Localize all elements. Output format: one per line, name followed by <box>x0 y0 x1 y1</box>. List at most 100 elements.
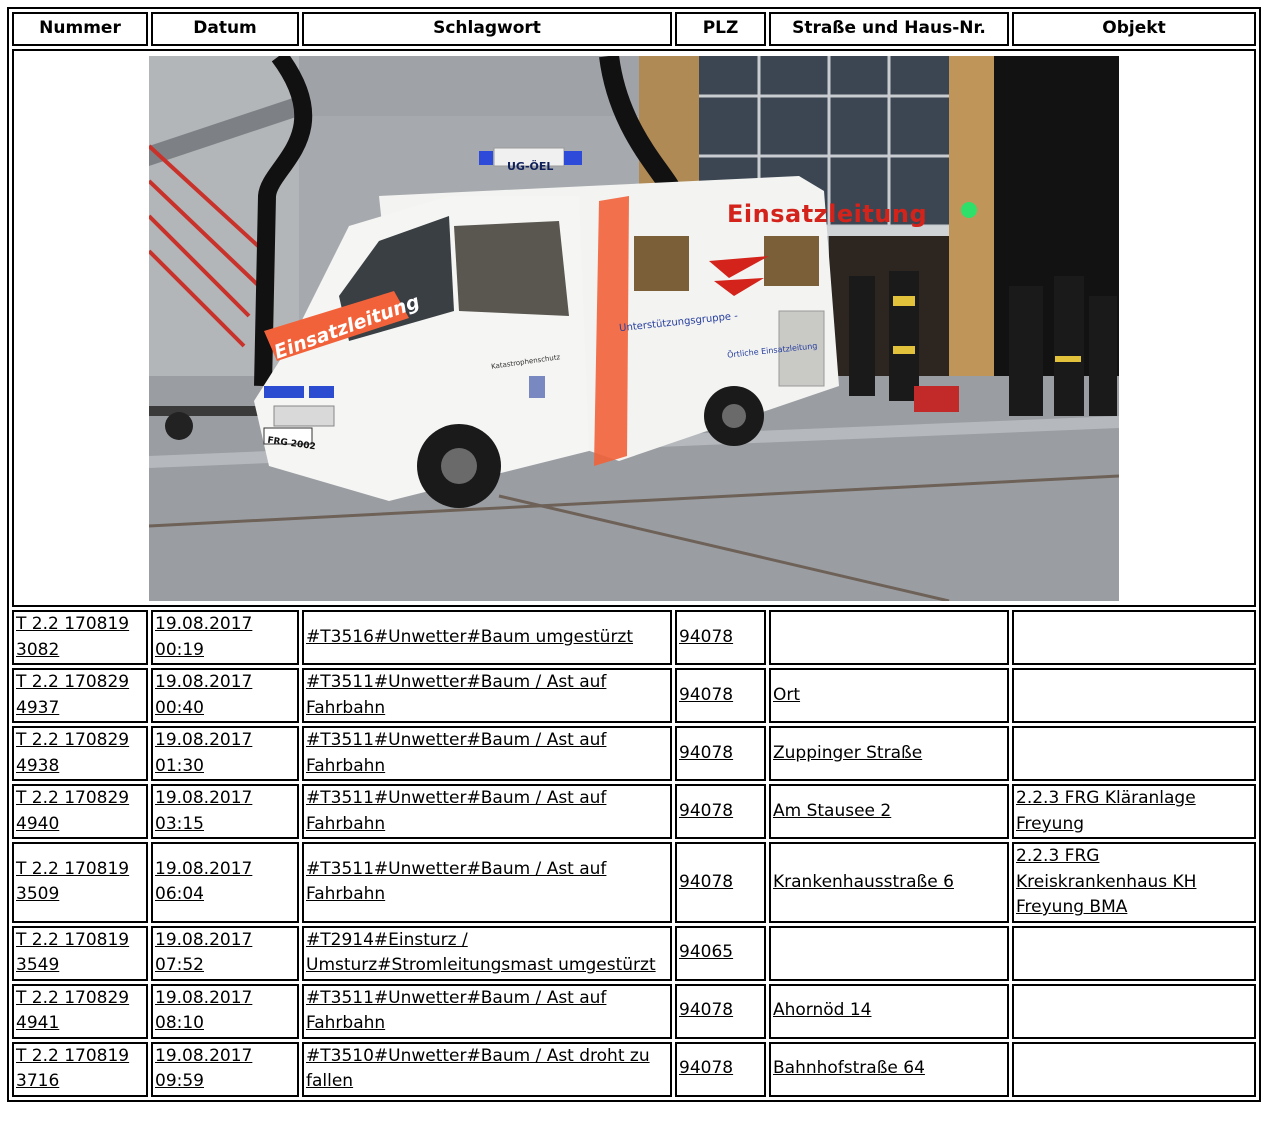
strasse-link[interactable]: Am Stausee 2 <box>773 801 891 821</box>
plz-cell: 94078 <box>675 668 766 723</box>
strasse-text: Ahornöd 14 <box>773 1000 872 1021</box>
einsatz-nummer-text: T 2.2 170819 <box>16 1045 130 1066</box>
plz-text: 94078 <box>679 684 734 705</box>
einsatz-nummer-link[interactable]: T 2.2 170829 4937 <box>16 672 129 718</box>
einsatz-nummer-text: 3082 <box>16 639 60 660</box>
schlagwort-cell: #T3511#Unwetter#Baum / Ast auf Fahrbahn <box>302 726 672 781</box>
einsatz-nummer-text: T 2.2 170819 <box>16 858 130 879</box>
einsatz-nummer-link[interactable]: T 2.2 170819 3082 <box>16 614 129 660</box>
plz-link[interactable]: 94078 <box>679 627 733 647</box>
strasse-link[interactable]: Bahnhofstraße 64 <box>773 1058 925 1078</box>
schlagwort-text: #T3510#Unwetter#Baum / Ast droht zu <box>306 1045 650 1066</box>
strasse-cell: Am Stausee 2 <box>769 784 1009 839</box>
header-plz: PLZ <box>675 12 766 46</box>
datum-link[interactable]: 19.08.2017 03:15 <box>155 788 252 834</box>
objekt-link[interactable]: 2.2.3 FRG Kläranlage Freyung <box>1016 788 1196 834</box>
plz-link[interactable]: 94078 <box>679 685 733 705</box>
schlagwort-cell: #T2914#Einsturz / Umsturz#Stromleitungsma… <box>302 925 672 981</box>
datum-link[interactable]: 19.08.2017 08:10 <box>155 988 252 1034</box>
header-row: Nummer Datum Schlagwort PLZ Straße und H… <box>12 12 1256 46</box>
schlagwort-link[interactable]: #T3516#Unwetter#Baum umgestürzt <box>306 627 633 647</box>
schlagwort-text: #T3516#Unwetter#Baum umgestürzt <box>306 626 634 647</box>
datum-link[interactable]: 19.08.2017 00:19 <box>155 614 252 660</box>
einsatz-nummer-link[interactable]: T 2.2 170829 4938 <box>16 730 129 776</box>
table-body: UG-ÖEL Einsatzleitung Einsatzleitung Unt… <box>12 49 1256 1097</box>
header-schlagwort: Schlagwort <box>302 12 672 46</box>
schlagwort-link[interactable]: #T2914#Einsturz / Umsturz#Stromleitungsma… <box>306 930 656 976</box>
vehicle-side-banner: Einsatzleitung <box>727 199 928 228</box>
plz-cell: 94078 <box>675 1041 766 1097</box>
schlagwort-cell: #T3516#Unwetter#Baum umgestürzt <box>302 610 672 665</box>
objekt-cell <box>1012 983 1256 1039</box>
einsatz-nummer-cell: T 2.2 170819 3716 <box>12 1041 148 1097</box>
plz-link[interactable]: 94078 <box>679 743 733 763</box>
objekt-link[interactable]: 2.2.3 FRG Kreiskrankenhaus KH Freyung BMA <box>1016 846 1196 917</box>
schlagwort-cell: #T3511#Unwetter#Baum / Ast auf Fahrbahn <box>302 842 672 923</box>
plz-text: 94078 <box>679 1058 734 1079</box>
strasse-link[interactable]: Ahornöd 14 <box>773 1000 872 1020</box>
datum-text: 19.08.2017 <box>155 730 253 750</box>
datum-link[interactable]: 19.08.2017 09:59 <box>155 1046 252 1092</box>
strasse-text: Bahnhofstraße 64 <box>773 1058 925 1079</box>
header-objekt: Objekt <box>1012 12 1256 46</box>
plz-cell: 94065 <box>675 925 766 981</box>
einsatz-nummer-text: 3716 <box>16 1071 60 1091</box>
plz-link[interactable]: 94078 <box>679 872 733 892</box>
plz-text: 94065 <box>679 942 734 963</box>
objekt-text: Kreiskrankenhaus KH <box>1016 871 1197 892</box>
datum-text: 03:15 <box>155 813 204 834</box>
plz-text: 94078 <box>679 626 734 647</box>
einsatz-nummer-link[interactable]: T 2.2 170819 3509 <box>16 859 129 905</box>
schlagwort-link[interactable]: #T3511#Unwetter#Baum / Ast auf Fahrbahn <box>306 730 606 776</box>
plz-cell: 94078 <box>675 983 766 1039</box>
datum-link[interactable]: 19.08.2017 06:04 <box>155 859 252 905</box>
objekt-cell <box>1012 610 1256 665</box>
einsatz-nummer-text: T 2.2 170829 <box>16 788 130 808</box>
table-row: T 2.2 170829 4937 19.08.2017 00:40 #T3511#Un… <box>12 668 1256 723</box>
schlagwort-text: #T3511#Unwetter#Baum / Ast auf <box>306 672 607 692</box>
schlagwort-text: Fahrbahn <box>306 813 386 834</box>
strasse-link[interactable]: Zuppinger Straße <box>773 743 922 763</box>
objekt-cell: 2.2.3 FRG Kreiskrankenhaus KH Freyung BMA <box>1012 842 1256 923</box>
plz-cell: 94078 <box>675 842 766 923</box>
datum-cell: 19.08.2017 01:30 <box>151 726 299 781</box>
einsatz-nummer-cell: T 2.2 170829 4938 <box>12 726 148 781</box>
datum-cell: 19.08.2017 03:15 <box>151 784 299 839</box>
header-strasse: Straße und Haus-Nr. <box>769 12 1009 46</box>
datum-text: 08:10 <box>155 1013 204 1033</box>
einsatz-nummer-link[interactable]: T 2.2 170819 3716 <box>16 1046 129 1092</box>
strasse-cell: Krankenhausstraße 6 <box>769 842 1009 923</box>
einsatz-nummer-cell: T 2.2 170819 3509 <box>12 842 148 923</box>
schlagwort-cell: #T3510#Unwetter#Baum / Ast droht zu falle… <box>302 1041 672 1097</box>
datum-cell: 19.08.2017 00:40 <box>151 668 299 723</box>
einsatz-nummer-link[interactable]: T 2.2 170819 3549 <box>16 930 129 976</box>
einsatz-nummer-link[interactable]: T 2.2 170829 4941 <box>16 988 129 1034</box>
datum-link[interactable]: 19.08.2017 07:52 <box>155 930 252 976</box>
objekt-cell <box>1012 1041 1256 1097</box>
schlagwort-link[interactable]: #T3511#Unwetter#Baum / Ast auf Fahrbahn <box>306 988 606 1034</box>
schlagwort-link[interactable]: #T3511#Unwetter#Baum / Ast auf Fahrbahn <box>306 672 606 718</box>
datum-text: 19.08.2017 <box>155 1045 253 1066</box>
datum-link[interactable]: 19.08.2017 00:40 <box>155 672 252 718</box>
schlagwort-link[interactable]: #T3510#Unwetter#Baum / Ast droht zu falle… <box>306 1046 650 1092</box>
plz-cell: 94078 <box>675 726 766 781</box>
plz-link[interactable]: 94078 <box>679 1058 733 1078</box>
einsatz-nummer-text: 4937 <box>16 697 60 718</box>
datum-text: 19.08.2017 <box>155 858 253 879</box>
schlagwort-link[interactable]: #T3511#Unwetter#Baum / Ast auf Fahrbahn <box>306 788 606 834</box>
datum-text: 00:19 <box>155 639 204 660</box>
plz-link[interactable]: 94078 <box>679 801 733 821</box>
plz-cell: 94078 <box>675 784 766 839</box>
objekt-text: 2.2.3 FRG <box>1016 846 1100 866</box>
einsatz-nummer-link[interactable]: T 2.2 170829 4940 <box>16 788 129 834</box>
schlagwort-link[interactable]: #T3511#Unwetter#Baum / Ast auf Fahrbahn <box>306 859 606 905</box>
strasse-link[interactable]: Krankenhausstraße 6 <box>773 872 954 892</box>
plz-link[interactable]: 94078 <box>679 1000 733 1020</box>
schlagwort-cell: #T3511#Unwetter#Baum / Ast auf Fahrbahn <box>302 983 672 1039</box>
datum-cell: 19.08.2017 08:10 <box>151 983 299 1039</box>
datum-cell: 19.08.2017 06:04 <box>151 842 299 923</box>
einsatz-nummer-cell: T 2.2 170829 4937 <box>12 668 148 723</box>
datum-link[interactable]: 19.08.2017 01:30 <box>155 730 252 776</box>
strasse-link[interactable]: Ort <box>773 685 800 705</box>
plz-link[interactable]: 94065 <box>679 942 733 962</box>
